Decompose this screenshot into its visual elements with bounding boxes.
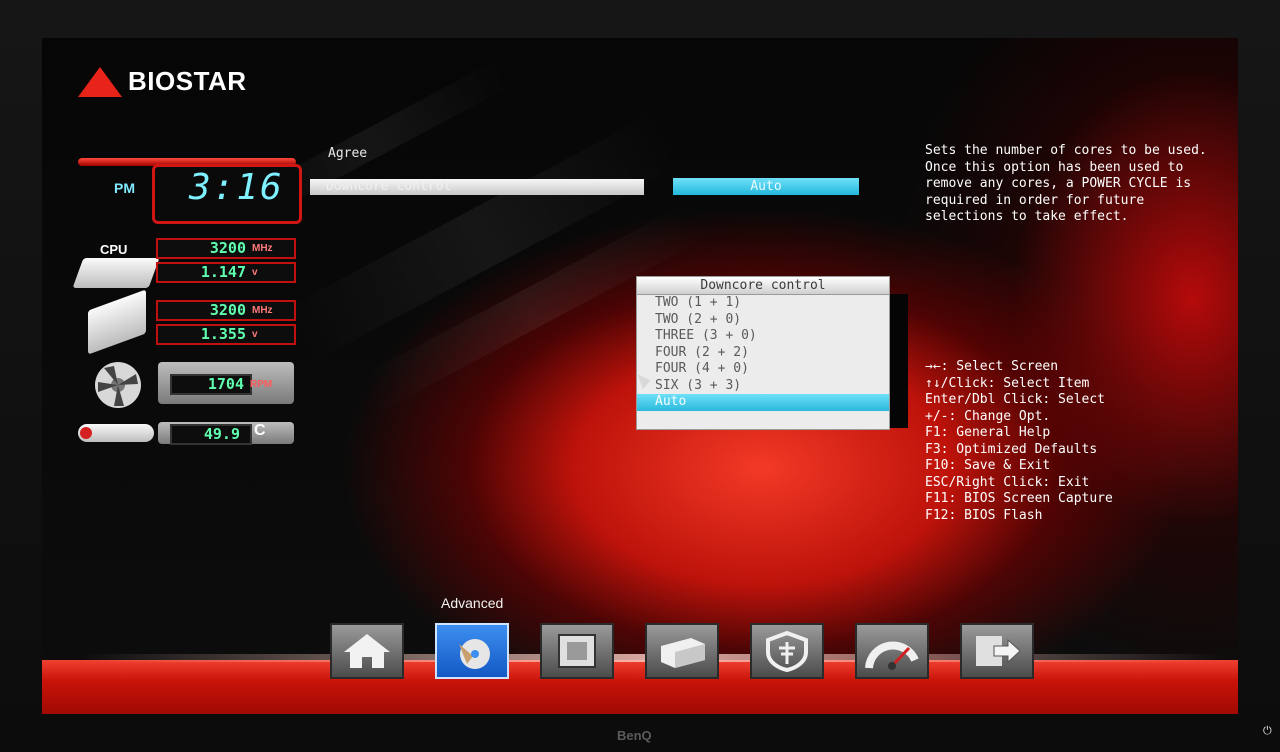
downcore-control-popup: Downcore control TWO (1 + 1) TWO (2 + 0)…	[636, 276, 890, 430]
nav-security-button[interactable]	[750, 623, 824, 679]
nav-boot-button[interactable]	[645, 623, 719, 679]
nav-active-caption: Advanced	[441, 595, 504, 611]
help-text: Sets the number of cores to be used. Onc…	[925, 143, 1215, 224]
fan-icon	[95, 362, 141, 408]
advanced-icon	[459, 639, 490, 669]
nav-advanced-button[interactable]	[435, 623, 509, 679]
key-hint: F10: Save & Exit	[925, 458, 1051, 473]
chipset-icon	[558, 634, 596, 668]
thermometer-bulb	[80, 427, 92, 439]
key-hint: F1: General Help	[925, 425, 1051, 440]
cpu-volt-display: 1.147	[156, 262, 296, 283]
fan-rpm-value: 1704	[207, 375, 244, 393]
key-hint: F11: BIOS Screen Capture	[925, 491, 1113, 506]
key-hint: F3: Optimized Defaults	[925, 441, 1098, 457]
popup-option[interactable]: THREE (3 + 0)	[637, 328, 889, 345]
mem-volt-unit: v	[252, 329, 258, 340]
cpu-freq-value: 3200	[209, 239, 246, 257]
clock-display: 3:16	[152, 164, 302, 224]
popup-option[interactable]: TWO (2 + 0)	[637, 312, 889, 329]
temp-unit: C	[254, 422, 266, 439]
cpu-volt-unit: v	[252, 267, 258, 278]
exit-icon	[976, 636, 1021, 666]
biostar-logo: BIOSTAR	[78, 66, 247, 97]
key-hint: →←: Select Screen	[925, 359, 1059, 374]
bios-screen: BIOSTAR PM 3:16 CPU 3200 MHz 1.147 v 320…	[42, 38, 1238, 714]
logo-text: BIOSTAR	[128, 66, 247, 96]
cpu-freq-display: 3200	[156, 238, 296, 259]
key-hint: Enter/Dbl Click: Select	[925, 392, 1106, 407]
monitor-brand: BenQ	[617, 728, 652, 743]
key-hint: ESC/Right Click: Exit	[925, 474, 1090, 490]
temp-display: 49.9	[170, 424, 252, 445]
mem-freq-display: 3200	[156, 300, 296, 321]
red-floor	[42, 660, 1238, 714]
mem-freq-unit: MHz	[252, 305, 273, 316]
nav-exit-button[interactable]	[960, 623, 1034, 679]
popup-option[interactable]: FOUR (4 + 0)	[637, 361, 889, 378]
clock-meridiem: PM	[114, 180, 135, 196]
mem-volt-display: 1.355	[156, 324, 296, 345]
popup-option-selected[interactable]: Auto	[637, 394, 889, 411]
fan-rpm-unit: RPM	[250, 379, 273, 390]
boot-icon	[661, 638, 705, 668]
popup-title: Downcore control	[637, 277, 889, 295]
home-icon	[344, 634, 390, 668]
downcore-control-option[interactable]: Downcore control	[310, 179, 644, 195]
oc-gauge-icon	[865, 641, 919, 670]
cpu-freq-unit: MHz	[252, 243, 273, 254]
cpu-volt-value: 1.147	[200, 263, 246, 281]
memory-icon	[88, 289, 146, 355]
power-icon[interactable]: ⏻	[1263, 724, 1272, 738]
cpu-icon	[72, 258, 160, 288]
downcore-control-value[interactable]: Auto	[673, 178, 859, 195]
popup-option[interactable]: TWO (1 + 1)	[637, 295, 889, 312]
logo-triangle-icon	[78, 66, 122, 97]
section-label: Agree	[328, 146, 368, 161]
fan-rpm-display: 1704	[170, 374, 252, 395]
nav-main-button[interactable]	[330, 623, 404, 679]
cpu-label: CPU	[100, 242, 128, 257]
nav-chipset-button[interactable]	[540, 623, 614, 679]
mem-freq-value: 3200	[209, 301, 246, 319]
popup-option[interactable]: SIX (3 + 3)	[637, 378, 889, 395]
key-legend: →←: Select Screen ↑↓/Click: Select Item …	[925, 359, 1113, 524]
key-hint: +/-: Change Opt.	[925, 408, 1051, 424]
clock-time: 3:16	[189, 167, 284, 208]
temp-value: 49.9	[203, 425, 240, 443]
security-icon	[766, 630, 808, 672]
popup-option[interactable]: FOUR (2 + 2)	[637, 345, 889, 362]
key-hint: F12: BIOS Flash	[925, 507, 1043, 523]
mem-volt-value: 1.355	[200, 325, 246, 343]
key-hint: ↑↓/Click: Select Item	[925, 375, 1090, 391]
nav-oc-button[interactable]	[855, 623, 929, 679]
